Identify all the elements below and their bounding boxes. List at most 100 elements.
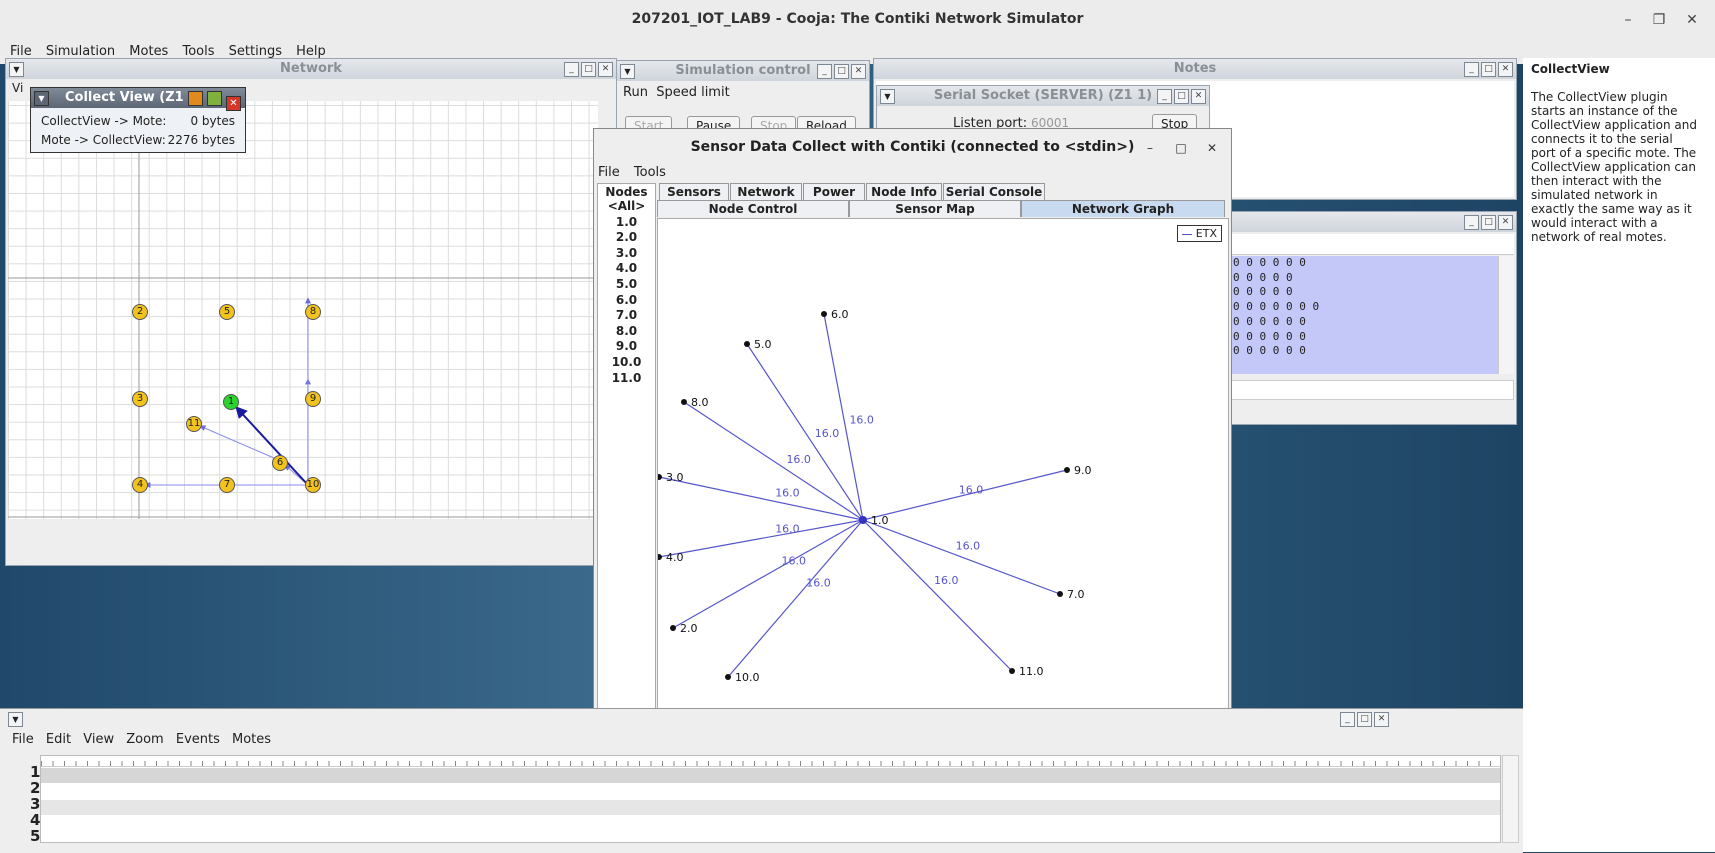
- node-item[interactable]: 11.0: [598, 371, 655, 387]
- node-item[interactable]: 5.0: [598, 277, 655, 293]
- mote-9[interactable]: 9: [305, 391, 321, 407]
- timeline-menu-view[interactable]: View: [83, 732, 114, 747]
- network-window-title[interactable]: Network: [6, 59, 616, 79]
- close-icon[interactable]: ✕: [226, 96, 241, 111]
- window-menu-icon[interactable]: ▼: [620, 64, 635, 79]
- mote-1[interactable]: 1: [223, 394, 239, 410]
- network-graph[interactable]: 16.0 6.0 16.0 5.0 16.0 8.0 16.0 3.0 16.0 4.0 16.0 2…: [657, 218, 1229, 721]
- graph-node-dot[interactable]: [744, 341, 750, 347]
- node-item[interactable]: 3.0: [598, 246, 655, 262]
- mote-5[interactable]: 5: [219, 304, 235, 320]
- maximize-icon[interactable]: □: [1174, 89, 1189, 104]
- minimize-icon[interactable]: _: [1340, 712, 1355, 727]
- help-title: CollectView: [1531, 62, 1610, 76]
- minimize-icon[interactable]: _: [817, 64, 832, 79]
- tab-sensors[interactable]: Sensors: [659, 183, 729, 200]
- minimize-icon[interactable]: [187, 91, 203, 106]
- log-scrollbar[interactable]: [1498, 256, 1514, 374]
- mote-3[interactable]: 3: [132, 391, 148, 407]
- maximize-icon[interactable]: □: [834, 64, 849, 79]
- graph-node-dot[interactable]: [658, 474, 662, 480]
- tab-sensor-map[interactable]: Sensor Map: [849, 200, 1021, 217]
- timeline-menu-edit[interactable]: Edit: [46, 732, 71, 747]
- mote-4[interactable]: 4: [132, 477, 148, 493]
- node-item[interactable]: 1.0: [598, 215, 655, 231]
- sensor-window-title[interactable]: Sensor Data Collect with Contiki (connec…: [594, 129, 1231, 165]
- sim-menu-run[interactable]: Run: [623, 85, 648, 100]
- tab-network[interactable]: Network: [730, 183, 802, 200]
- node-item[interactable]: 6.0: [598, 293, 655, 309]
- graph-node-dot[interactable]: [821, 311, 827, 317]
- log-filter-input[interactable]: [1231, 380, 1514, 400]
- graph-node-dot[interactable]: [1064, 467, 1070, 473]
- minimize-icon[interactable]: _: [1464, 62, 1479, 77]
- mote-8[interactable]: 8: [305, 304, 321, 320]
- minimize-button[interactable]: –: [1617, 9, 1639, 31]
- node-item[interactable]: 2.0: [598, 230, 655, 246]
- maximize-icon[interactable]: □: [581, 62, 596, 77]
- sensor-menu-tools[interactable]: Tools: [634, 165, 666, 180]
- maximize-icon[interactable]: □: [1481, 215, 1496, 230]
- timeline-menu-motes[interactable]: Motes: [232, 732, 271, 747]
- node-item[interactable]: 9.0: [598, 339, 655, 355]
- close-icon[interactable]: ✕: [1498, 215, 1513, 230]
- close-icon[interactable]: ✕: [1191, 89, 1206, 104]
- graph-root-node[interactable]: [859, 516, 867, 524]
- close-icon[interactable]: ✕: [1203, 139, 1221, 157]
- timeline-menu-zoom[interactable]: Zoom: [126, 732, 163, 747]
- mote-7[interactable]: 7: [219, 477, 235, 493]
- sim-menu-speed[interactable]: Speed limit: [656, 85, 729, 100]
- log-row: 0 0 0 0 0 0: [1233, 256, 1306, 269]
- close-icon[interactable]: ✕: [851, 64, 866, 79]
- node-item[interactable]: <All>: [598, 199, 655, 215]
- close-icon[interactable]: ✕: [1374, 712, 1389, 727]
- graph-node-dot[interactable]: [725, 674, 731, 680]
- maximize-icon[interactable]: □: [1172, 139, 1190, 157]
- mote-2[interactable]: 2: [132, 304, 148, 320]
- timeline-area[interactable]: [40, 755, 1501, 843]
- window-menu-icon[interactable]: ▼: [8, 712, 23, 727]
- maximize-icon[interactable]: □: [1481, 62, 1496, 77]
- window-menu-icon[interactable]: ▼: [880, 89, 895, 104]
- node-item[interactable]: 10.0: [598, 355, 655, 371]
- mote-10[interactable]: 10: [305, 477, 321, 493]
- notes-title[interactable]: Notes: [874, 59, 1516, 79]
- maximize-icon[interactable]: [206, 91, 222, 106]
- node-item[interactable]: 4.0: [598, 261, 655, 277]
- tab-node-control[interactable]: Node Control: [657, 200, 849, 217]
- network-canvas[interactable]: 1 2 3 4 5 6 7 8 9 10 11: [8, 101, 598, 519]
- sensor-menu-file[interactable]: File: [598, 165, 620, 180]
- graph-node-dot[interactable]: [681, 399, 687, 405]
- graph-node-dot[interactable]: [670, 625, 676, 631]
- tab-serial-console[interactable]: Serial Console: [943, 183, 1045, 200]
- view-menu[interactable]: Vi: [12, 81, 23, 95]
- node-item[interactable]: 8.0: [598, 324, 655, 340]
- close-icon[interactable]: ✕: [1498, 62, 1513, 77]
- graph-node-dot[interactable]: [658, 554, 662, 560]
- maximize-button[interactable]: ❐: [1648, 9, 1670, 31]
- timeline-menu-file[interactable]: File: [12, 732, 34, 747]
- nodes-list[interactable]: Nodes <All> 1.0 2.0 3.0 4.0 5.0 6.0 7.0 …: [597, 183, 656, 721]
- graph-edge: [658, 476, 864, 521]
- tab-power[interactable]: Power: [803, 183, 865, 200]
- mote-6[interactable]: 6: [272, 455, 288, 471]
- close-icon[interactable]: ✕: [598, 62, 613, 77]
- window-menu-icon[interactable]: ▼: [34, 91, 49, 106]
- graph-node-dot[interactable]: [1057, 591, 1063, 597]
- mote-11[interactable]: 11: [186, 416, 202, 432]
- minimize-icon[interactable]: _: [1157, 89, 1172, 104]
- maximize-icon[interactable]: □: [1357, 712, 1372, 727]
- minimize-icon[interactable]: _: [1464, 215, 1479, 230]
- minimize-icon[interactable]: _: [564, 62, 579, 77]
- minimize-icon[interactable]: –: [1141, 139, 1159, 157]
- timeline-menu-events[interactable]: Events: [176, 732, 220, 747]
- node-item[interactable]: 7.0: [598, 308, 655, 324]
- tab-network-graph[interactable]: Network Graph: [1021, 200, 1225, 217]
- timeline-scrollbar[interactable]: [1502, 755, 1519, 843]
- close-button[interactable]: ✕: [1681, 9, 1703, 31]
- log-list[interactable]: 0 0 0 0 0 0 0 0 0 0 0 0 0 0 0 0 0 0 0 0 …: [1231, 256, 1498, 374]
- graph-edge-etx-label: 16.0: [806, 577, 831, 590]
- window-menu-icon[interactable]: ▼: [9, 62, 24, 77]
- tab-node-info[interactable]: Node Info: [866, 183, 942, 200]
- graph-node-dot[interactable]: [1009, 668, 1015, 674]
